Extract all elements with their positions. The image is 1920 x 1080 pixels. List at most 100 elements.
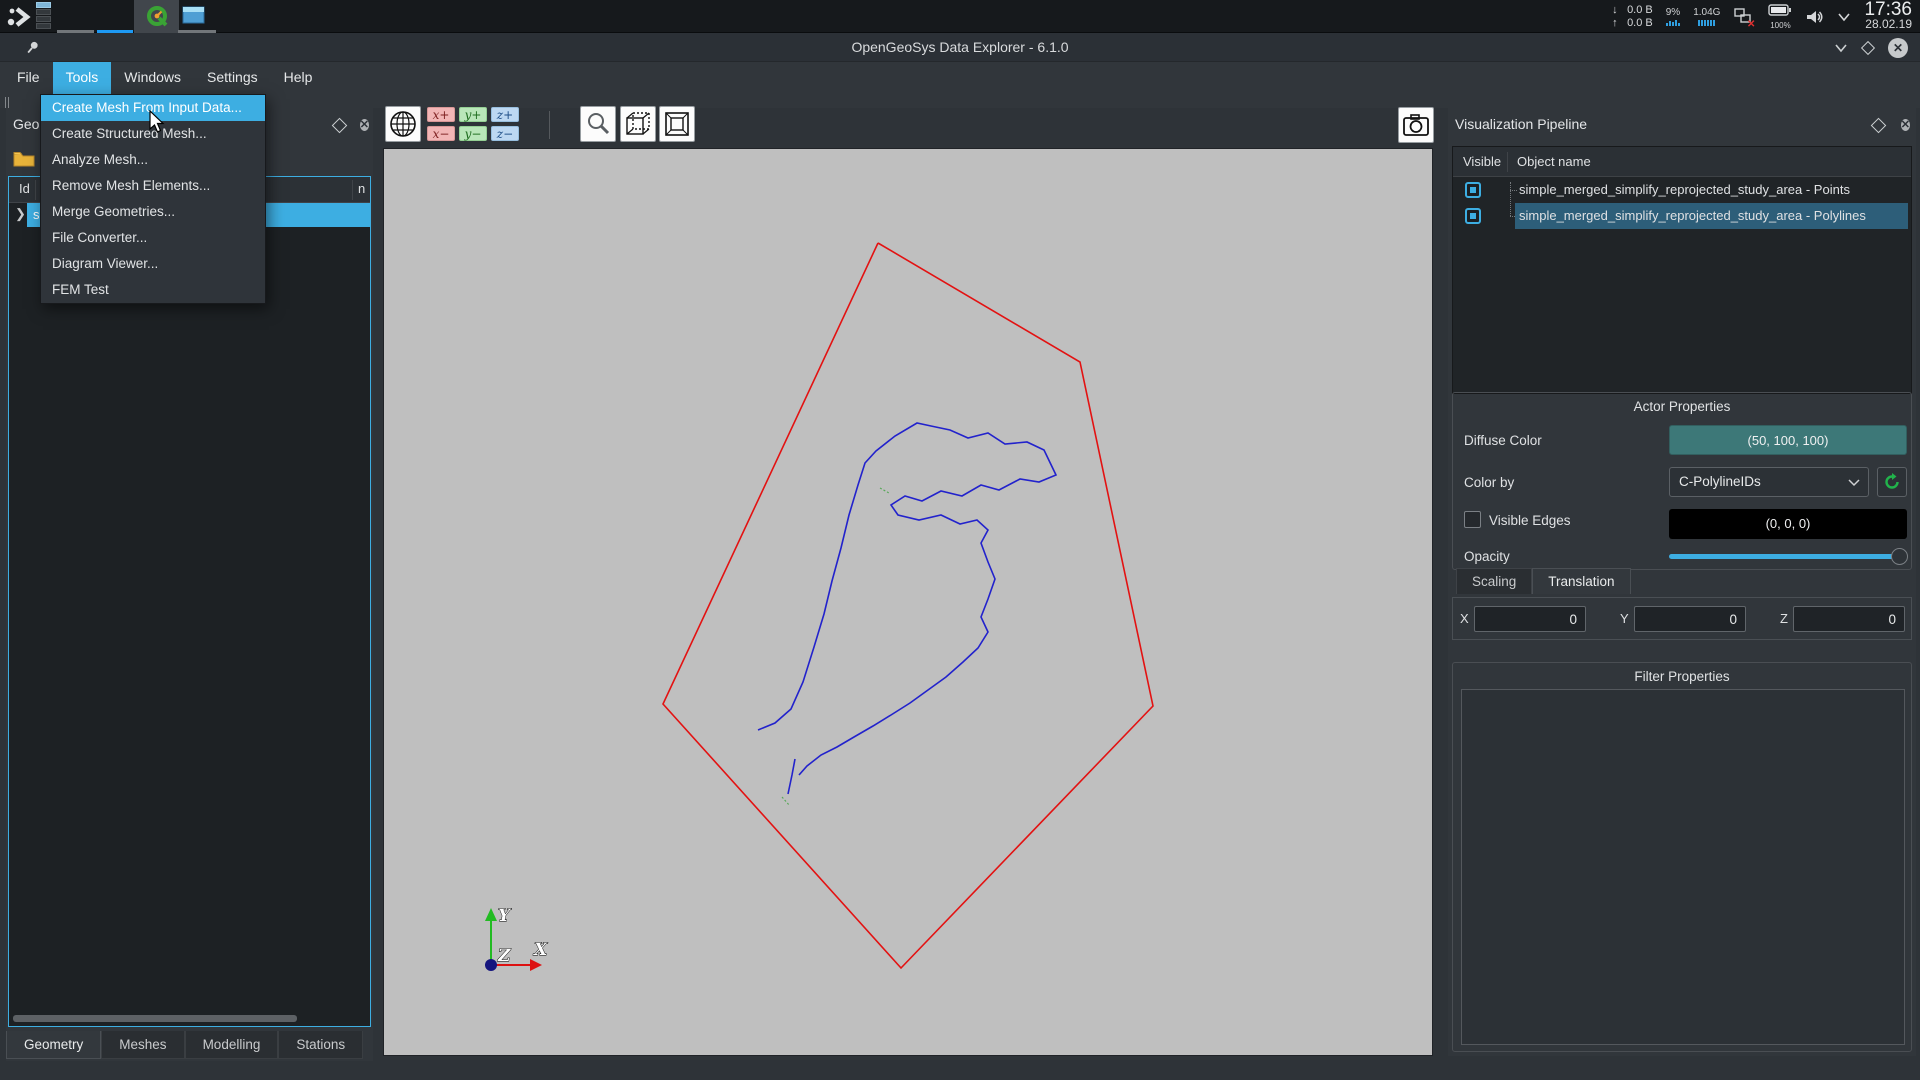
- menu-item-diagram-viewer[interactable]: Diagram Viewer...: [41, 251, 265, 277]
- tab-meshes[interactable]: Meshes: [101, 1031, 184, 1059]
- color-by-combobox[interactable]: C-PolylineIDs: [1669, 467, 1869, 497]
- tab-translation[interactable]: Translation: [1532, 568, 1630, 594]
- tray-expander-chevron-icon[interactable]: [1837, 12, 1851, 22]
- opacity-slider-handle[interactable]: [1891, 548, 1908, 565]
- translation-z-input[interactable]: [1793, 606, 1905, 632]
- visibility-checkbox[interactable]: [1465, 208, 1481, 224]
- upload-speed: 0.0 B: [1627, 17, 1653, 30]
- view-x-minus-button[interactable]: x−: [427, 126, 455, 141]
- filter-properties-content: [1461, 689, 1905, 1045]
- pipeline-row-label[interactable]: simple_merged_simplify_reprojected_study…: [1519, 203, 1866, 229]
- menu-bar: File Tools Windows Settings Help: [0, 62, 1920, 95]
- globe-view-button[interactable]: [385, 106, 421, 142]
- network-disconnected-icon[interactable]: ✕: [1733, 7, 1755, 27]
- menu-item-remove-mesh-elements[interactable]: Remove Mesh Elements...: [41, 173, 265, 199]
- edge-color-button[interactable]: (0, 0, 0): [1669, 509, 1907, 539]
- dock-float-button[interactable]: [1873, 118, 1884, 136]
- taskbar-window-app[interactable]: [182, 5, 206, 30]
- close-icon: ✕: [360, 119, 369, 131]
- pager-desktop-3[interactable]: [36, 16, 51, 22]
- screenshot-button[interactable]: [1398, 107, 1434, 143]
- menu-item-file-converter[interactable]: File Converter...: [41, 225, 265, 251]
- col-id[interactable]: Id: [19, 181, 30, 196]
- view-y-minus-button[interactable]: y−: [459, 126, 487, 141]
- battery-widget[interactable]: 100%: [1768, 3, 1792, 30]
- menu-item-fem-test[interactable]: FEM Test: [41, 277, 265, 303]
- dock-close-button[interactable]: ✕: [1901, 115, 1910, 134]
- pager-desktop-4[interactable]: [36, 23, 51, 29]
- dock-float-button[interactable]: [334, 118, 345, 136]
- window-titlebar[interactable]: OpenGeoSys Data Explorer - 6.1.0 ✕: [0, 33, 1920, 62]
- render-viewport[interactable]: Y X Z: [383, 148, 1433, 1056]
- open-file-button[interactable]: [10, 146, 38, 170]
- menu-file[interactable]: File: [4, 62, 53, 95]
- minimize-button[interactable]: [1834, 43, 1848, 53]
- menu-help[interactable]: Help: [271, 62, 326, 95]
- coastline-polyline: [758, 423, 1056, 775]
- pipeline-row-label[interactable]: simple_merged_simplify_reprojected_study…: [1519, 177, 1850, 203]
- horizontal-scrollbar[interactable]: [13, 1015, 297, 1022]
- app-launcher-icon[interactable]: [6, 4, 32, 30]
- task-indicator: [57, 30, 94, 33]
- view-y-plus-button[interactable]: y+: [459, 107, 487, 122]
- visibility-checkbox[interactable]: [1465, 182, 1481, 198]
- view-z-plus-button[interactable]: z+: [491, 107, 519, 122]
- pager-desktop-2[interactable]: [36, 9, 51, 15]
- menu-settings[interactable]: Settings: [194, 62, 271, 95]
- clock-widget[interactable]: 17:36 28.02.19: [1864, 2, 1912, 32]
- visualization-pipeline-dock: Visualization Pipeline ✕ Visible Object …: [1448, 108, 1916, 1056]
- view-z-minus-button[interactable]: z−: [491, 126, 519, 141]
- menu-item-merge-geometries[interactable]: Merge Geometries...: [41, 199, 265, 225]
- tab-stations[interactable]: Stations: [278, 1031, 363, 1059]
- parallel-view-button[interactable]: [659, 106, 695, 142]
- marker-dash-2: [782, 797, 790, 806]
- pipeline-row-points[interactable]: simple_merged_simplify_reprojected_study…: [1453, 177, 1911, 203]
- refresh-colors-button[interactable]: [1877, 467, 1907, 497]
- toolbar-handle[interactable]: [5, 97, 9, 108]
- dock-close-button[interactable]: ✕: [360, 115, 369, 134]
- col-object-name[interactable]: Object name: [1517, 147, 1591, 177]
- tab-scaling[interactable]: Scaling: [1456, 568, 1532, 594]
- visible-edges-checkbox[interactable]: [1464, 511, 1481, 528]
- col-name[interactable]: n: [358, 181, 365, 196]
- translation-x-input[interactable]: [1474, 606, 1586, 632]
- menu-item-analyze-mesh[interactable]: Analyze Mesh...: [41, 147, 265, 173]
- coastline-segment: [788, 759, 795, 794]
- window-title: OpenGeoSys Data Explorer - 6.1.0: [0, 33, 1920, 62]
- tab-modelling[interactable]: Modelling: [185, 1031, 279, 1059]
- color-by-value: C-PolylineIDs: [1679, 474, 1761, 489]
- pipeline-header[interactable]: Visible Object name: [1453, 147, 1911, 177]
- transform-tabs: Scaling Translation: [1456, 568, 1631, 594]
- color-by-label: Color by: [1464, 475, 1514, 490]
- volume-icon[interactable]: [1805, 9, 1824, 25]
- taskbar-qgis-app[interactable]: [134, 0, 179, 33]
- pager-desktop-1[interactable]: [36, 2, 51, 8]
- cpu-monitor-widget[interactable]: 9%: [1666, 7, 1680, 26]
- magnifier-icon: [585, 111, 611, 137]
- float-icon: [1871, 118, 1887, 134]
- virtual-desktop-pager[interactable]: [36, 2, 51, 30]
- tab-geometry[interactable]: Geometry: [6, 1031, 101, 1059]
- opacity-slider[interactable]: [1669, 554, 1907, 559]
- camera-icon: [1402, 113, 1430, 137]
- col-visible[interactable]: Visible: [1463, 147, 1501, 177]
- pipeline-row-polylines[interactable]: simple_merged_simplify_reprojected_study…: [1453, 203, 1911, 229]
- memory-monitor-widget[interactable]: 1.04G: [1693, 7, 1720, 26]
- diffuse-color-button[interactable]: (50, 100, 100): [1669, 425, 1907, 455]
- close-button[interactable]: ✕: [1888, 38, 1908, 58]
- network-speed-widget[interactable]: ↓ 0.0 B ↑ 0.0 B: [1612, 4, 1653, 30]
- maximize-button[interactable]: [1861, 40, 1875, 54]
- download-speed: 0.0 B: [1627, 4, 1653, 17]
- view-x-plus-button[interactable]: x+: [427, 107, 455, 122]
- menu-windows[interactable]: Windows: [111, 62, 194, 95]
- pipeline-tree-table[interactable]: Visible Object name simple_merged_simpli…: [1452, 146, 1912, 394]
- translation-y-input[interactable]: [1634, 606, 1746, 632]
- menu-tools[interactable]: Tools: [53, 62, 112, 95]
- opacity-label: Opacity: [1464, 549, 1510, 564]
- zoom-button[interactable]: [580, 106, 616, 142]
- expand-chevron-icon[interactable]: ❯: [15, 206, 26, 222]
- viewport-canvas[interactable]: Y X Z: [384, 149, 1432, 1055]
- globe-icon: [389, 110, 417, 138]
- perspective-view-button[interactable]: [620, 106, 656, 142]
- x-axis-label: X: [533, 940, 548, 960]
